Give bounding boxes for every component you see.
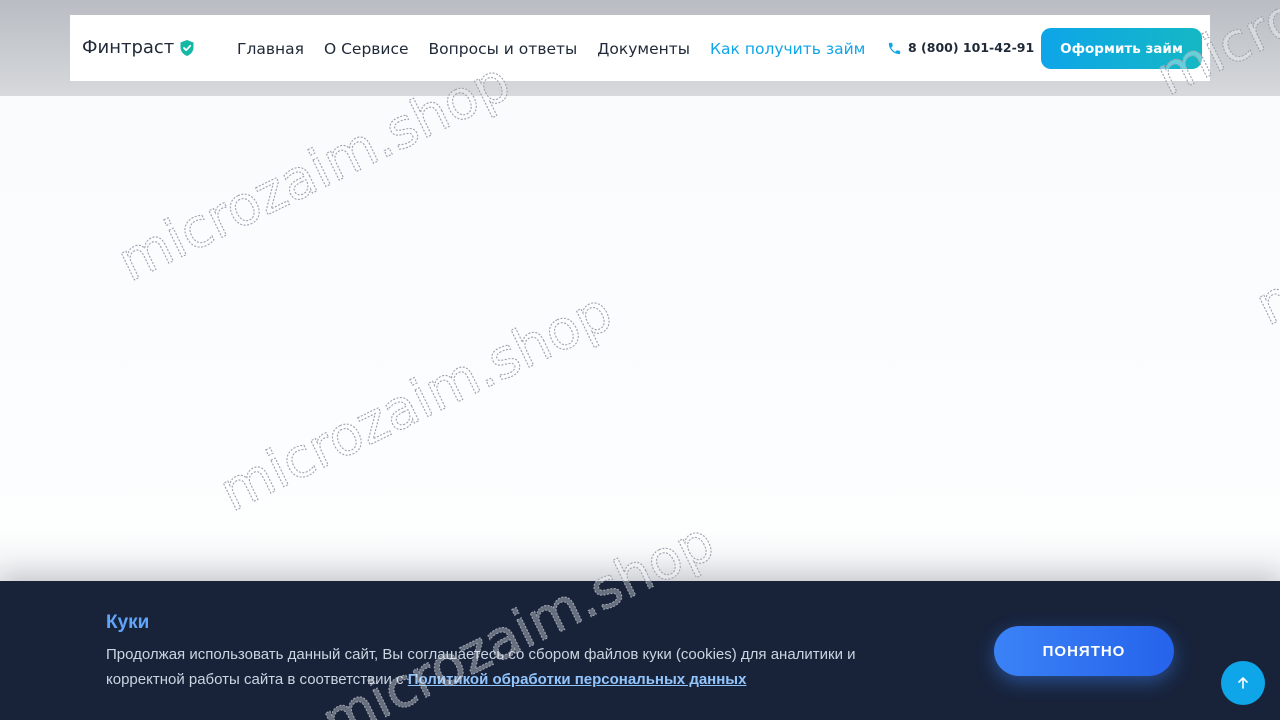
privacy-policy-link[interactable]: Политикой обработки персональных данных [408, 671, 747, 688]
phone-number: 8 (800) 101-42-91 [908, 40, 1035, 55]
nav-item-faq[interactable]: Вопросы и ответы [429, 39, 578, 59]
arrow-up-icon [1238, 677, 1248, 689]
apply-loan-button[interactable]: Оформить займ [1041, 28, 1202, 69]
phone-icon [888, 42, 901, 54]
watermark: microzaim.shop [210, 280, 622, 524]
cookie-text: Продолжая использовать данный сайт, Вы с… [106, 643, 936, 692]
logo-text: Финтраст [82, 37, 175, 58]
phone-link[interactable]: 8 (800) 101-42-91 [887, 39, 1034, 57]
content-area-shadow [0, 530, 1280, 582]
watermark: microzaim.shop [1246, 94, 1280, 338]
main-nav: Главная О Сервисе Вопросы и ответы Докум… [237, 39, 865, 59]
cookie-banner: Куки Продолжая использовать данный сайт,… [0, 581, 1280, 720]
nav-item-documents[interactable]: Документы [597, 39, 690, 59]
logo[interactable]: Финтраст [82, 37, 194, 59]
scroll-to-top-button[interactable] [1221, 661, 1265, 705]
shield-check-icon [180, 40, 194, 56]
nav-item-how-to-get-loan[interactable]: Как получить займ [710, 39, 865, 59]
nav-item-about[interactable]: О Сервисе [324, 39, 409, 59]
site-header: Финтраст Главная О Сервисе Вопросы и отв… [70, 15, 1210, 81]
cookie-accept-button[interactable]: ПОНЯТНО [994, 626, 1174, 676]
nav-item-home[interactable]: Главная [237, 39, 304, 59]
cookie-title: Куки [106, 612, 150, 633]
